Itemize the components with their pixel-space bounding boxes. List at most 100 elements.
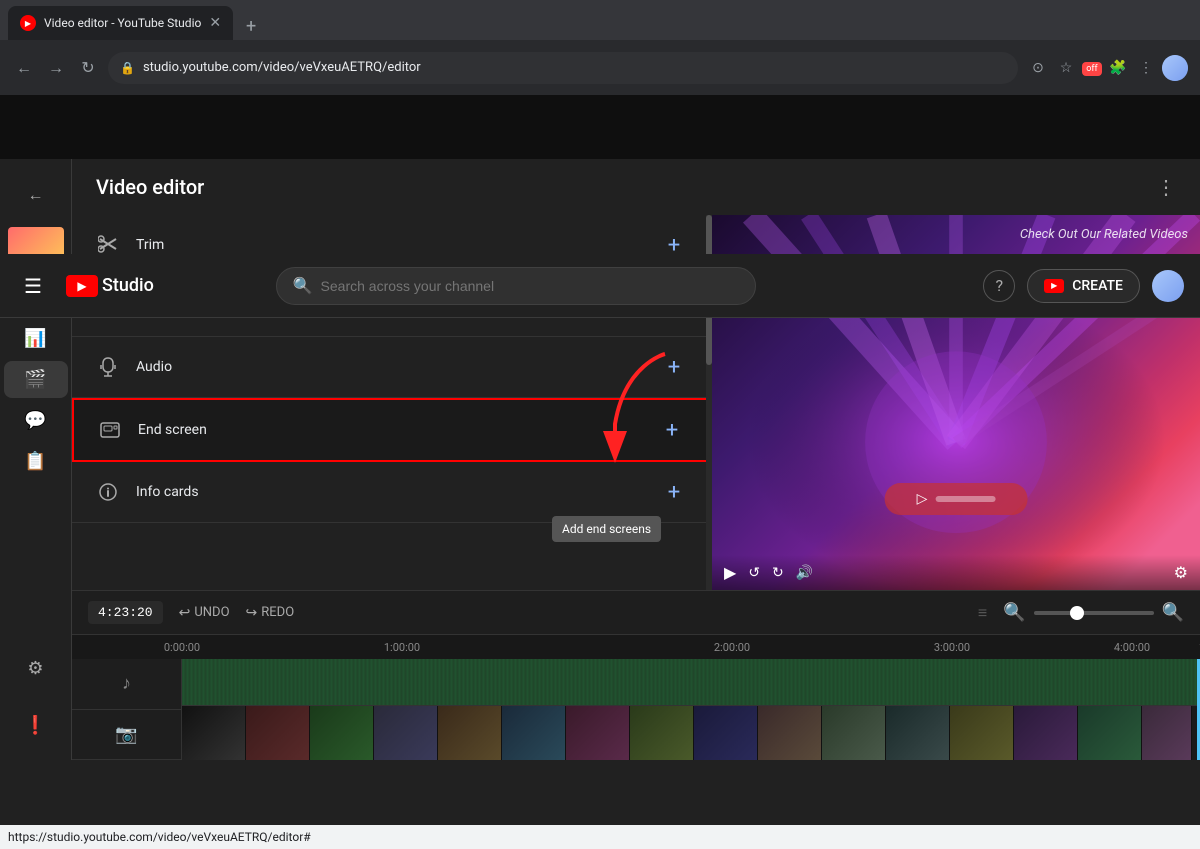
lock-icon: 🔒 xyxy=(120,61,135,75)
cast-button[interactable]: ⊙ xyxy=(1026,56,1050,80)
zoom-in-button[interactable]: 🔍 xyxy=(1162,602,1184,623)
search-bar[interactable]: 🔍 xyxy=(276,267,756,305)
tab-title: Video editor - YouTube Studio xyxy=(44,16,201,30)
trim-label: Trim xyxy=(136,237,660,253)
more-options-button[interactable]: ⋮ xyxy=(1156,175,1176,199)
feedback-icon: ❗ xyxy=(24,715,46,736)
info-cards-add-button[interactable]: + xyxy=(660,478,688,506)
tool-item-info-cards[interactable]: Info cards + xyxy=(72,462,712,523)
video-track-label: 📷 xyxy=(72,710,181,761)
bookmark-button[interactable]: ☆ xyxy=(1054,56,1078,80)
video-end-screen-button[interactable]: ▷ xyxy=(885,483,1028,515)
rewind-button[interactable]: ↺ xyxy=(748,565,760,581)
video-thumb-14 xyxy=(1014,706,1078,760)
redo-label: REDO xyxy=(261,605,294,620)
ruler-mark-0: 0:00:00 xyxy=(164,641,200,654)
ruler-mark-4: 4:00:00 xyxy=(1114,641,1150,654)
sidebar-item-videos[interactable]: 🎬 xyxy=(4,361,68,398)
volume-button[interactable]: 🔊 xyxy=(796,565,813,581)
tool-item-end-screen[interactable]: End screen + xyxy=(72,398,712,462)
video-thumb-10 xyxy=(758,706,822,760)
zoom-handle[interactable] xyxy=(1070,606,1084,620)
timeline-divider: ≡ xyxy=(978,603,987,623)
sidebar-item-subtitles[interactable]: 📋 xyxy=(4,443,68,480)
sidebar-item-analytics[interactable]: 📊 xyxy=(4,320,68,357)
audio-add-button[interactable]: + xyxy=(660,353,688,381)
create-video-icon xyxy=(1044,279,1064,293)
undo-button[interactable]: ↩ UNDO xyxy=(179,605,230,621)
settings-icon: ⚙ xyxy=(27,658,43,679)
profile-button[interactable] xyxy=(1162,55,1188,81)
video-thumb-12 xyxy=(886,706,950,760)
video-settings-button[interactable]: ⚙ xyxy=(1174,563,1188,582)
video-controls: ▶ ↺ ↻ 🔊 ⚙ xyxy=(712,555,1200,590)
video-controls-left: ▶ ↺ ↻ 🔊 xyxy=(724,563,813,582)
extension-button[interactable]: off xyxy=(1082,62,1102,76)
top-nav: ☰ Studio 🔍 ? CREATE xyxy=(0,254,1200,318)
active-tab[interactable]: Video editor - YouTube Studio ✕ xyxy=(8,6,233,40)
end-screen-add-button[interactable]: + xyxy=(658,416,686,444)
status-url: https://studio.youtube.com/video/veVxeuA… xyxy=(8,830,311,844)
sidebar-item-settings[interactable]: ⚙ xyxy=(4,650,68,687)
tab-bar: Video editor - YouTube Studio ✕ + xyxy=(0,0,1200,40)
browser-menu-button[interactable]: ⋮ xyxy=(1134,56,1158,80)
audio-label: Audio xyxy=(136,359,660,375)
browser-chrome: Video editor - YouTube Studio ✕ + ← → ↻ … xyxy=(0,0,1200,95)
tooltip-add-end-screens: Add end screens xyxy=(552,516,661,542)
zoom-slider[interactable] xyxy=(1034,611,1154,615)
create-label: CREATE xyxy=(1072,278,1123,294)
timeline-tracks: ♪ 📷 xyxy=(72,659,1200,760)
ruler-mark-2: 2:00:00 xyxy=(714,641,750,654)
create-button[interactable]: CREATE xyxy=(1027,269,1140,303)
undo-label: UNDO xyxy=(194,605,229,620)
end-btn-bar xyxy=(935,496,995,502)
analytics-icon: 📊 xyxy=(24,328,46,349)
page-title: Video editor xyxy=(96,175,204,199)
profile-image xyxy=(1162,55,1188,81)
info-icon xyxy=(96,480,120,504)
back-button[interactable]: ← xyxy=(16,175,56,215)
new-tab-button[interactable]: + xyxy=(237,12,265,40)
ruler-mark-1: 1:00:00 xyxy=(384,641,420,654)
user-avatar[interactable] xyxy=(1152,270,1184,302)
forward-nav-button[interactable]: → xyxy=(44,56,68,80)
search-input[interactable] xyxy=(321,278,739,294)
sidebar-item-comments[interactable]: 💬 xyxy=(4,402,68,439)
back-nav-button[interactable]: ← xyxy=(12,56,36,80)
redo-button[interactable]: ↪ REDO xyxy=(246,605,295,621)
video-thumb-8 xyxy=(630,706,694,760)
page-header: Video editor ⋮ xyxy=(72,159,1200,215)
yt-logo[interactable]: Studio xyxy=(66,275,154,297)
forward-button[interactable]: ↻ xyxy=(772,565,784,581)
info-cards-label: Info cards xyxy=(136,484,660,500)
subtitles-icon: 📋 xyxy=(24,451,46,472)
track-content xyxy=(182,659,1200,760)
timeline-toolbar: 4:23:20 ↩ UNDO ↪ REDO ≡ 🔍 xyxy=(72,591,1200,635)
status-bar: https://studio.youtube.com/video/veVxeuA… xyxy=(0,825,1200,849)
address-bar[interactable]: 🔒 studio.youtube.com/video/veVxeuAETRQ/e… xyxy=(108,52,1018,84)
audio-track[interactable] xyxy=(182,659,1200,706)
track-labels: ♪ 📷 xyxy=(72,659,182,760)
video-thumb-15 xyxy=(1078,706,1142,760)
sidebar-item-feedback[interactable]: ❗ xyxy=(4,707,68,744)
tool-item-audio[interactable]: Audio + xyxy=(72,337,712,398)
timeline: 4:23:20 ↩ UNDO ↪ REDO ≡ 🔍 xyxy=(72,590,1200,760)
video-thumb-4 xyxy=(374,706,438,760)
play-button[interactable]: ▶ xyxy=(724,563,736,582)
youtube-icon xyxy=(66,275,98,297)
help-button[interactable]: ? xyxy=(983,270,1015,302)
zoom-out-button[interactable]: 🔍 xyxy=(1003,602,1025,623)
video-overlay-text: Check Out Our Related Videos xyxy=(1020,227,1188,242)
video-thumb-1 xyxy=(182,706,246,760)
videos-icon: 🎬 xyxy=(24,369,46,390)
video-track[interactable] xyxy=(182,706,1200,760)
hamburger-menu[interactable]: ☰ xyxy=(16,266,50,306)
extensions-button[interactable]: 🧩 xyxy=(1106,56,1130,80)
search-icon: 🔍 xyxy=(293,276,313,295)
refresh-button[interactable]: ↻ xyxy=(76,56,100,80)
video-thumbnails xyxy=(182,706,1200,760)
sidebar: ← ✏ 📊 🎬 💬 📋 ⚙ xyxy=(0,159,72,760)
tab-close-button[interactable]: ✕ xyxy=(209,15,221,31)
end-screen-label: End screen xyxy=(138,422,658,438)
timeline-ruler: 0:00:00 1:00:00 2:00:00 3:00:00 4:00:00 … xyxy=(72,635,1200,659)
